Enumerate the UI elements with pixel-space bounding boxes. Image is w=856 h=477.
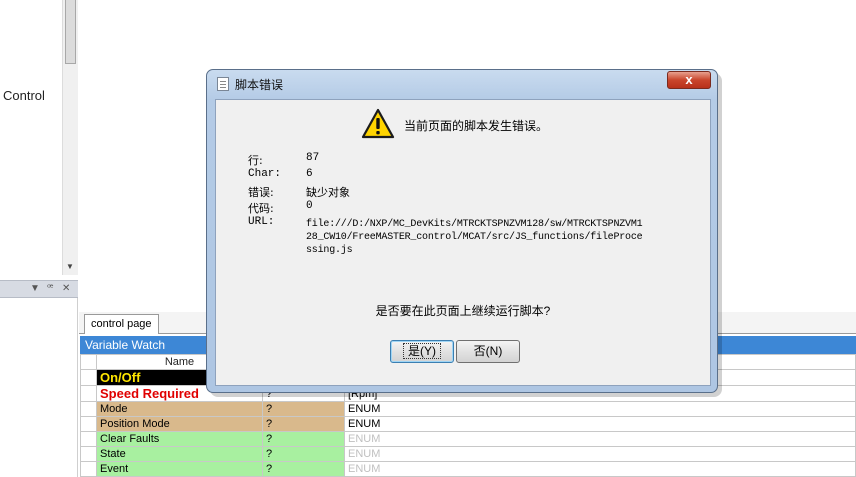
scroll-down-arrow-icon[interactable]: ▼ xyxy=(66,262,74,271)
script-error-dialog: 脚本错误 x 当前页面的脚本发生错误。 行: 87 Char: 6 错误: 缺少… xyxy=(206,69,718,393)
row-header xyxy=(80,431,97,447)
row-header xyxy=(80,416,97,432)
url-label: URL: xyxy=(248,216,275,228)
variable-name[interactable]: Event xyxy=(96,461,263,477)
row-header xyxy=(80,401,97,417)
char-label: Char: xyxy=(248,168,282,180)
no-button[interactable]: 否(N) xyxy=(456,340,520,363)
error-value: 缺少对象 xyxy=(306,186,350,199)
dialog-body: 当前页面的脚本发生错误。 行: 87 Char: 6 错误: 缺少对象 代码: … xyxy=(215,99,711,386)
variable-value[interactable]: ? xyxy=(262,401,345,417)
close-button[interactable]: x xyxy=(667,71,711,89)
row-header xyxy=(80,385,97,402)
row-header xyxy=(80,369,97,386)
table-row[interactable]: Position Mode? ENUM xyxy=(80,416,856,432)
url-value: file:///D:/NXP/MC_DevKits/MTRCKTSPNZVM12… xyxy=(306,219,643,256)
tree-item-control[interactable]: Control xyxy=(3,88,45,103)
variable-unit[interactable]: ENUM xyxy=(344,446,856,462)
close-panel-icon[interactable]: ✕ xyxy=(62,283,70,294)
error-label: 错误: xyxy=(248,186,274,199)
table-row[interactable]: Clear Faults? ENUM xyxy=(80,431,856,447)
table-row[interactable]: Mode? ENUM xyxy=(80,401,856,417)
variable-value[interactable]: ? xyxy=(262,431,345,447)
char-value: 6 xyxy=(306,168,313,180)
tab-control-page[interactable]: control page xyxy=(84,314,159,334)
document-icon xyxy=(217,77,229,91)
warning-icon xyxy=(361,108,395,139)
yes-button-label: 是(Y) xyxy=(403,343,441,359)
variable-unit[interactable]: ENUM xyxy=(344,461,856,477)
variable-name[interactable]: Mode xyxy=(96,401,263,417)
panel-header: ▼ ꟹ ✕ xyxy=(0,280,78,298)
line-value: 87 xyxy=(306,152,320,164)
code-value: 0 xyxy=(306,200,313,212)
row-header xyxy=(80,461,97,477)
yes-button[interactable]: 是(Y) xyxy=(390,340,454,363)
continue-question: 是否要在此页面上继续运行脚本? xyxy=(375,304,551,318)
row-header xyxy=(80,446,97,462)
code-label: 代码: xyxy=(248,202,274,215)
variable-name[interactable]: Position Mode xyxy=(96,416,263,432)
left-bottom-pane xyxy=(0,298,78,477)
variable-name[interactable]: State xyxy=(96,446,263,462)
variable-unit[interactable]: ENUM xyxy=(344,401,856,417)
table-row[interactable]: Event? ENUM xyxy=(80,461,856,477)
table-row[interactable]: State? ENUM xyxy=(80,446,856,462)
dialog-title: 脚本错误 xyxy=(235,78,284,92)
scrollbar-thumb[interactable] xyxy=(65,0,76,64)
variable-unit[interactable]: ENUM xyxy=(344,431,856,447)
variable-value[interactable]: ? xyxy=(262,446,345,462)
variable-value[interactable]: ? xyxy=(262,461,345,477)
error-message: 当前页面的脚本发生错误。 xyxy=(404,119,549,133)
variable-unit[interactable]: ENUM xyxy=(344,416,856,432)
variable-value[interactable]: ? xyxy=(262,416,345,432)
left-scrollbar[interactable]: ▼ xyxy=(62,0,78,275)
pin-icon[interactable]: ꟹ xyxy=(47,283,53,294)
row-header-corner xyxy=(80,354,97,370)
line-label: 行: xyxy=(248,154,263,167)
dropdown-arrow-icon[interactable]: ▼ xyxy=(30,283,40,294)
variable-name[interactable]: Clear Faults xyxy=(96,431,263,447)
